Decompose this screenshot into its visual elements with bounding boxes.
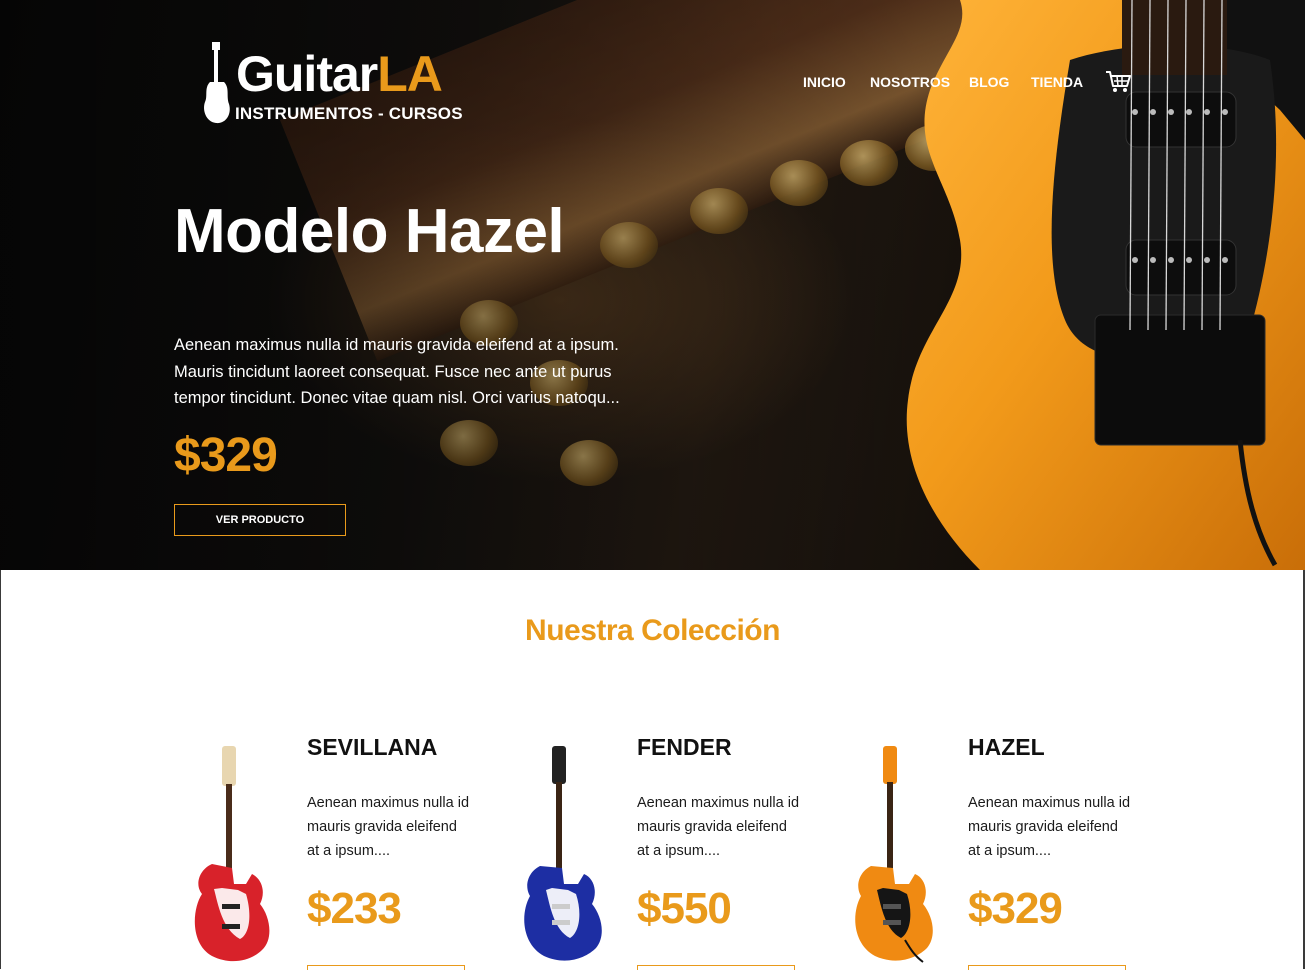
guitar-product-image <box>194 746 270 962</box>
product-button[interactable] <box>637 965 795 970</box>
collection-title: Nuestra Colección <box>525 614 780 647</box>
guitar-product-image <box>524 746 602 961</box>
nav-link-tienda[interactable]: TIENDA <box>1031 74 1083 90</box>
product-description: Aenean maximus nulla id mauris gravida e… <box>307 795 470 859</box>
guitar-product-image <box>855 746 933 963</box>
logo-title: GuitarLA <box>236 46 443 102</box>
product-description: Aenean maximus nulla id mauris gravida e… <box>968 795 1131 859</box>
product-name: SEVILLANA <box>307 734 438 760</box>
product-price: $329 <box>968 884 1063 933</box>
product-name: FENDER <box>637 734 732 760</box>
nav-link-blog[interactable]: BLOG <box>969 74 1009 90</box>
product-card: HAZEL Aenean maximus nulla id mauris gra… <box>853 734 1183 970</box>
nav-link-nosotros[interactable]: NOSOTROS <box>870 74 950 90</box>
hero-title: Modelo Hazel <box>174 197 565 266</box>
product-price: $550 <box>637 884 732 933</box>
product-button[interactable] <box>307 965 465 970</box>
product-name: HAZEL <box>968 734 1045 760</box>
hero-description: Aenean maximus nulla id mauris gravida e… <box>174 336 620 407</box>
site-logo[interactable]: GuitarLA INSTRUMENTOS - CURSOS <box>202 42 472 126</box>
product-price: $233 <box>307 884 402 933</box>
nav-link-inicio[interactable]: INICIO <box>803 74 846 90</box>
view-product-button[interactable]: VER PRODUCTO <box>174 504 346 536</box>
hero-price: $329 <box>174 429 278 482</box>
product-card: FENDER Aenean maximus nulla id mauris gr… <box>522 734 852 970</box>
product-description: Aenean maximus nulla id mauris gravida e… <box>637 795 800 859</box>
shopping-cart-icon[interactable] <box>1105 70 1131 94</box>
hero-section: GuitarLA INSTRUMENTOS - CURSOS INICIO NO… <box>0 0 1305 570</box>
product-card: SEVILLANA Aenean maximus nulla id mauris… <box>192 734 522 970</box>
product-button[interactable] <box>968 965 1126 970</box>
logo-subtitle: INSTRUMENTOS - CURSOS <box>235 104 463 123</box>
hero-guitar-image <box>906 0 1305 570</box>
guitar-logo-icon <box>204 42 230 124</box>
